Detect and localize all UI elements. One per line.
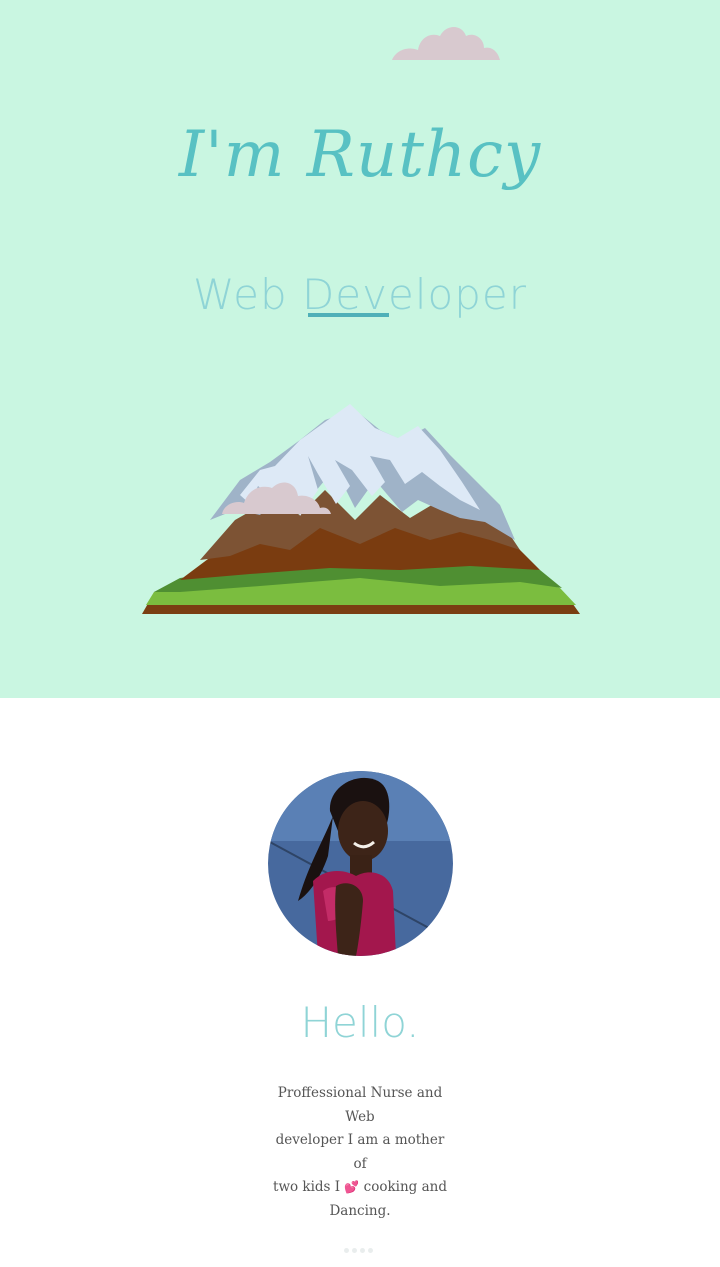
typing-cursor-underline [308,313,389,317]
greeting-heading: Hello. [300,998,420,1047]
dot [352,1248,357,1253]
bio-fragment: cooking and [359,1179,447,1195]
cloud-icon [392,27,500,60]
profile-photo [268,771,453,956]
about-section: Hello. Proffessional Nurse and Web devel… [0,698,720,1267]
hero-subtitle: Web Developer [193,270,527,319]
mountain-illustration [142,404,580,614]
dots-indicator[interactable] [344,1248,373,1253]
dot [360,1248,365,1253]
dot [368,1248,373,1253]
bio-fragment: two kids I [273,1179,345,1195]
dot [344,1248,349,1253]
bio-line: two kids I 💕 cooking and [270,1176,450,1200]
hero-section: I'm Ruthcy Web Developer [0,0,720,698]
hero-title: I'm Ruthcy [178,118,542,192]
hearts-emoji: 💕 [344,1180,360,1194]
bio-line: Dancing. [329,1202,391,1219]
bio-line: developer I am a mother of [275,1132,445,1172]
bio-text: Proffessional Nurse and Web developer I … [270,1082,450,1223]
bio-line: Proffessional Nurse and Web [277,1085,443,1125]
